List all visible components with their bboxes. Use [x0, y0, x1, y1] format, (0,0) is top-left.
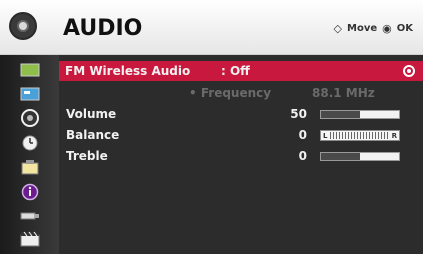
frequency-value: 88.1 MHz — [312, 86, 375, 100]
option-icon[interactable] — [10, 159, 50, 177]
treble-label: Treble — [66, 149, 108, 163]
volume-slider[interactable] — [320, 110, 400, 119]
frequency-label: • Frequency — [189, 86, 272, 100]
volume-slider-fill — [321, 111, 360, 118]
information-icon[interactable] — [10, 183, 50, 201]
menu-header: AUDIO ◇ Move ◉ OK — [0, 0, 423, 55]
frequency-row: • Frequency 88.1 MHz — [59, 83, 423, 103]
balance-row[interactable]: Balance 0 L R — [59, 125, 423, 145]
menu-sidebar — [0, 55, 59, 254]
balance-label: Balance — [66, 128, 120, 142]
treble-value: 0 — [298, 149, 307, 163]
move-label: Move — [347, 23, 378, 34]
balance-ticks — [330, 132, 389, 139]
time-icon[interactable] — [10, 134, 50, 152]
fm-wireless-audio-value: : Off — [221, 64, 250, 78]
fm-wireless-audio-row[interactable]: FM Wireless Audio : Off — [59, 61, 423, 81]
menu-title: AUDIO — [63, 16, 143, 41]
audio-speaker-icon — [9, 12, 37, 40]
input-icon[interactable] — [10, 207, 50, 225]
balance-left-letter: L — [323, 131, 328, 140]
treble-slider[interactable] — [320, 152, 400, 161]
balance-slider[interactable]: L R — [320, 130, 400, 141]
treble-slider-fill — [321, 153, 360, 160]
radio-selected-icon — [403, 65, 415, 77]
fm-wireless-audio-label: FM Wireless Audio — [65, 64, 191, 78]
balance-value: 0 — [298, 128, 307, 142]
volume-value: 50 — [290, 107, 307, 121]
ok-icon: ◉ — [382, 22, 392, 35]
media-icon[interactable] — [10, 230, 50, 248]
audio-icon[interactable] — [10, 109, 50, 127]
move-arrows-icon: ◇ — [333, 22, 343, 35]
treble-row[interactable]: Treble 0 — [59, 146, 423, 166]
menu-content: FM Wireless Audio : Off • Frequency 88.1… — [59, 55, 423, 254]
navigation-help: ◇ Move ◉ OK — [334, 22, 413, 35]
screen-icon[interactable] — [10, 85, 50, 103]
volume-label: Volume — [66, 107, 117, 121]
audio-menu-osd: AUDIO ◇ Move ◉ OK FM Wireless Audio: Of… — [0, 0, 423, 254]
picture-icon[interactable] — [10, 61, 50, 79]
ok-label: OK — [396, 23, 413, 34]
balance-right-letter: R — [391, 131, 397, 140]
volume-row[interactable]: Volume 50 — [59, 104, 423, 124]
